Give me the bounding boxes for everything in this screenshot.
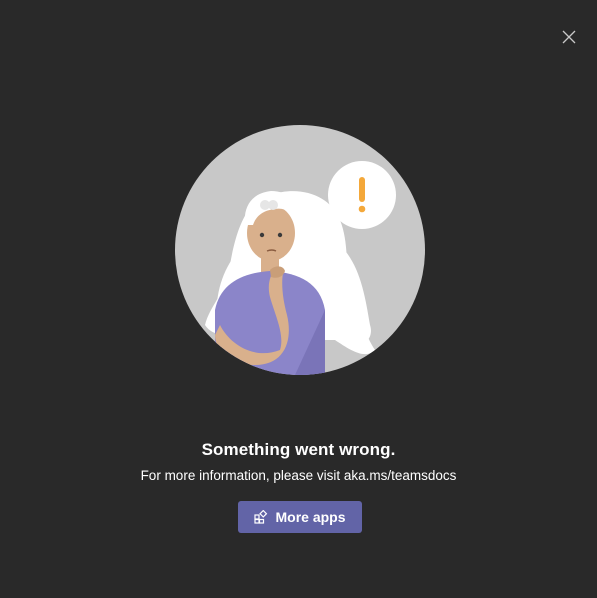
close-icon <box>562 30 576 44</box>
more-apps-label: More apps <box>275 509 346 525</box>
error-illustration <box>175 125 425 375</box>
error-dialog: Something went wrong. For more informati… <box>0 0 597 598</box>
apps-icon <box>254 510 268 524</box>
error-message: For more information, please visit aka.m… <box>140 468 457 483</box>
more-apps-button[interactable]: More apps <box>238 501 362 533</box>
close-button[interactable] <box>558 26 580 48</box>
error-title: Something went wrong. <box>201 440 396 459</box>
